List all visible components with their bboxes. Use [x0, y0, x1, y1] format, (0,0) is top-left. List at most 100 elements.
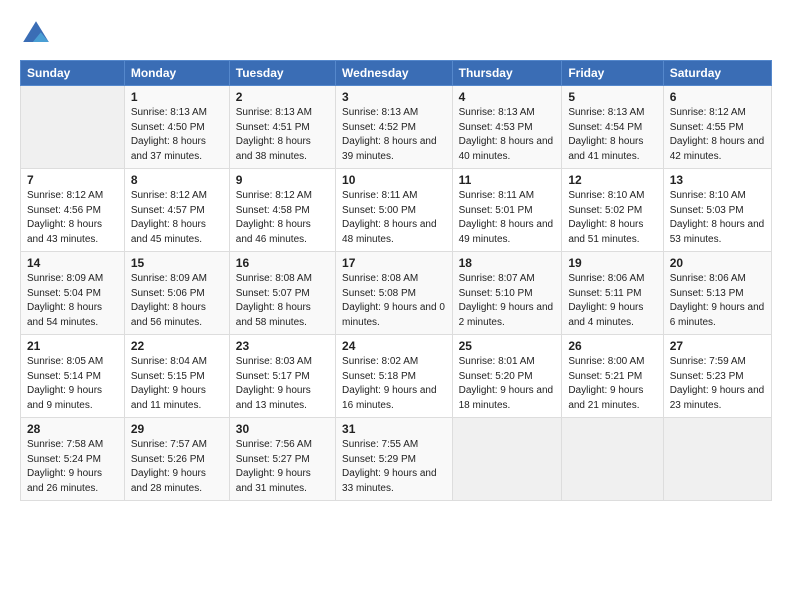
sunset-text: Sunset: 5:23 PM [670, 371, 744, 382]
daylight-text: Daylight: 8 hours and 41 minutes. [568, 136, 643, 162]
daylight-text: Daylight: 9 hours and 6 minutes. [670, 302, 765, 328]
sunset-text: Sunset: 5:06 PM [131, 288, 205, 299]
calendar-cell: 6 Sunrise: 8:12 AMSunset: 4:55 PMDaylight… [663, 86, 771, 169]
daylight-text: Daylight: 8 hours and 48 minutes. [342, 219, 437, 245]
daylight-text: Daylight: 8 hours and 58 minutes. [236, 302, 311, 328]
day-number: 14 [27, 256, 118, 270]
sunrise-text: Sunrise: 8:02 AM [342, 356, 418, 367]
sunset-text: Sunset: 4:53 PM [459, 122, 533, 133]
cell-content: Sunrise: 8:07 AMSunset: 5:10 PMDaylight:… [459, 272, 556, 330]
daylight-text: Daylight: 9 hours and 31 minutes. [236, 468, 311, 494]
daylight-text: Daylight: 8 hours and 53 minutes. [670, 219, 765, 245]
calendar-cell: 24Sunrise: 8:02 AMSunset: 5:18 PMDayligh… [336, 335, 453, 418]
cell-content: Sunrise: 8:12 AMSunset: 4:55 PMDaylight:… [670, 106, 765, 164]
calendar-table: SundayMondayTuesdayWednesdayThursdayFrid… [20, 60, 772, 501]
logo-icon [20, 18, 52, 50]
sunrise-text: Sunrise: 7:55 AM [342, 439, 418, 450]
cell-content: Sunrise: 8:09 AMSunset: 5:06 PMDaylight:… [131, 272, 223, 330]
day-number: 25 [459, 339, 556, 353]
cell-content: Sunrise: 8:02 AMSunset: 5:18 PMDaylight:… [342, 355, 446, 413]
calendar-cell: 23Sunrise: 8:03 AMSunset: 5:17 PMDayligh… [229, 335, 335, 418]
sunrise-text: Sunrise: 8:08 AM [342, 273, 418, 284]
cell-content: Sunrise: 8:06 AM Sunset: 5:11 PM Daylight:… [568, 272, 656, 330]
sunrise-text: Sunrise: 8:05 AM [27, 356, 103, 367]
sunrise-text: Sunrise: 8:09 AM [27, 273, 103, 284]
daylight-text: Daylight: 9 hours and 4 minutes. [568, 302, 643, 328]
calendar-cell: 9Sunrise: 8:12 AMSunset: 4:58 PMDaylight… [229, 169, 335, 252]
day-number: 17 [342, 256, 446, 270]
day-number: 8 [131, 173, 223, 187]
sunrise-text: Sunrise: 8:00 AM [568, 356, 644, 367]
calendar-cell: 15Sunrise: 8:09 AMSunset: 5:06 PMDayligh… [124, 252, 229, 335]
calendar-cell: 27Sunrise: 7:59 AMSunset: 5:23 PMDayligh… [663, 335, 771, 418]
sunrise-text: Sunrise: 8:01 AM [459, 356, 535, 367]
cell-content: Sunrise: 8:00 AMSunset: 5:21 PMDaylight:… [568, 355, 656, 413]
sunrise-text: Sunrise: 8:04 AM [131, 356, 207, 367]
sunset-text: Sunset: 4:51 PM [236, 122, 310, 133]
calendar-week-row: 28Sunrise: 7:58 AMSunset: 5:24 PMDayligh… [21, 418, 772, 501]
cell-content: Sunrise: 8:04 AMSunset: 5:15 PMDaylight:… [131, 355, 223, 413]
calendar-cell [562, 418, 663, 501]
sunrise-text: Sunrise: 8:11 AM [459, 190, 534, 201]
sunset-text: Sunset: 5:26 PM [131, 454, 205, 465]
calendar-cell [21, 86, 125, 169]
sunset-text: Sunset: 5:07 PM [236, 288, 310, 299]
cell-content: Sunrise: 7:57 AMSunset: 5:26 PMDaylight:… [131, 438, 223, 496]
daylight-text: Daylight: 8 hours and 38 minutes. [236, 136, 311, 162]
sunset-text: Sunset: 5:18 PM [342, 371, 416, 382]
cell-content: Sunrise: 8:12 AMSunset: 4:58 PMDaylight:… [236, 189, 329, 247]
sunrise-text: Sunrise: 8:13 AM [459, 107, 535, 118]
sunset-text: Sunset: 5:13 PM [670, 288, 744, 299]
day-number: 16 [236, 256, 329, 270]
calendar-cell: 16 Sunrise: 8:08 AM Sunset: 5:07 PM Dayligh… [229, 252, 335, 335]
sunset-text: Sunset: 5:24 PM [27, 454, 101, 465]
sunrise-text: Sunrise: 8:13 AM [342, 107, 418, 118]
calendar-cell: 18Sunrise: 8:07 AMSunset: 5:10 PMDayligh… [452, 252, 562, 335]
cell-content: Sunrise: 7:59 AMSunset: 5:23 PMDaylight:… [670, 355, 765, 413]
day-number: 29 [131, 422, 223, 436]
calendar-cell: 30Sunrise: 7:56 AMSunset: 5:27 PMDayligh… [229, 418, 335, 501]
day-number: 4 [459, 90, 556, 104]
sunset-text: Sunset: 5:01 PM [459, 205, 533, 216]
calendar-cell: 25Sunrise: 8:01 AMSunset: 5:20 PMDayligh… [452, 335, 562, 418]
sunset-text: Sunset: 4:58 PM [236, 205, 310, 216]
sunset-text: Sunset: 4:50 PM [131, 122, 205, 133]
sunrise-text: Sunrise: 8:06 AM [568, 273, 644, 284]
calendar-cell [663, 418, 771, 501]
sunrise-text: Sunrise: 8:10 AM [568, 190, 644, 201]
cell-content: Sunrise: 8:10 AMSunset: 5:02 PMDaylight:… [568, 189, 656, 247]
calendar-cell: 5Sunrise: 8:13 AMSunset: 4:54 PMDaylight… [562, 86, 663, 169]
day-number: 1 [131, 90, 223, 104]
calendar-week-row: 1 Sunrise: 8:13 AM Sunset: 4:50 PM Daylight… [21, 86, 772, 169]
daylight-text: Daylight: 9 hours and 2 minutes. [459, 302, 554, 328]
sunrise-text: Sunrise: 8:10 AM [670, 190, 746, 201]
cell-content: Sunrise: 8:13 AMSunset: 4:53 PMDaylight:… [459, 106, 556, 164]
day-number: 15 [131, 256, 223, 270]
calendar-cell: 3Sunrise: 8:13 AMSunset: 4:52 PMDaylight… [336, 86, 453, 169]
day-number: 28 [27, 422, 118, 436]
day-number: 6 [670, 90, 765, 104]
weekday-header: Saturday [663, 61, 771, 86]
calendar-header-row: SundayMondayTuesdayWednesdayThursdayFrid… [21, 61, 772, 86]
calendar-cell: 4Sunrise: 8:13 AMSunset: 4:53 PMDaylight… [452, 86, 562, 169]
sunset-text: Sunset: 5:11 PM [568, 288, 641, 299]
calendar-week-row: 21Sunrise: 8:05 AMSunset: 5:14 PMDayligh… [21, 335, 772, 418]
weekday-header: Wednesday [336, 61, 453, 86]
sunrise-text: Sunrise: 8:09 AM [131, 273, 207, 284]
calendar-cell: 22Sunrise: 8:04 AMSunset: 5:15 PMDayligh… [124, 335, 229, 418]
logo [20, 18, 56, 50]
sunset-text: Sunset: 5:17 PM [236, 371, 310, 382]
cell-content: Sunrise: 8:12 AMSunset: 4:57 PMDaylight:… [131, 189, 223, 247]
daylight-text: Daylight: 8 hours and 51 minutes. [568, 219, 643, 245]
sunrise-text: Sunrise: 8:08 AM [236, 273, 312, 284]
sunrise-text: Sunrise: 8:12 AM [236, 190, 312, 201]
daylight-text: Daylight: 9 hours and 18 minutes. [459, 385, 554, 411]
daylight-text: Daylight: 9 hours and 26 minutes. [27, 468, 102, 494]
sunrise-text: Sunrise: 8:06 AM [670, 273, 746, 284]
sunrise-text: Sunrise: 8:03 AM [236, 356, 312, 367]
calendar-cell: 1Sunrise: 8:13 AMSunset: 4:50 PMDaylight… [124, 86, 229, 169]
sunrise-text: Sunrise: 8:07 AM [459, 273, 535, 284]
sunrise-text: Sunrise: 8:13 AM [568, 107, 644, 118]
cell-content: Sunrise: 8:06 AM Sunset: 5:13 PM Daylight:… [670, 272, 765, 330]
daylight-text: Daylight: 8 hours and 49 minutes. [459, 219, 554, 245]
